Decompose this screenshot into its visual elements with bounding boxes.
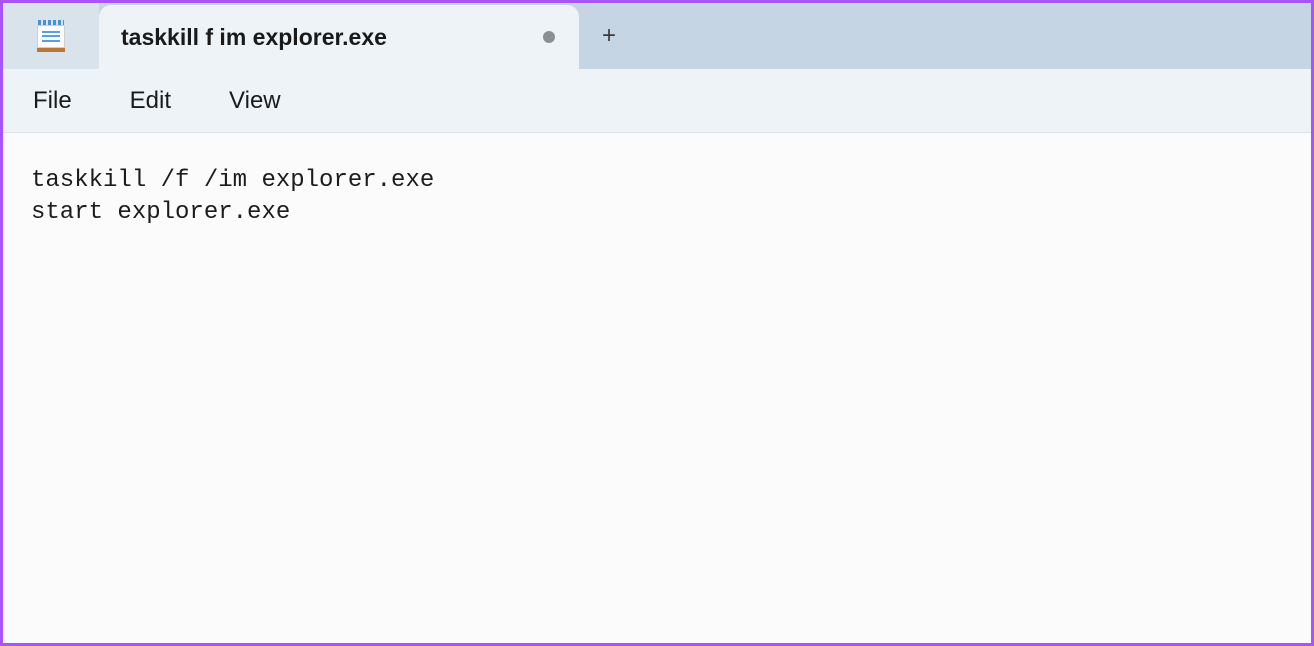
menubar: File Edit View (3, 69, 1311, 133)
editor-text[interactable]: taskkill /f /im explorer.exe start explo… (31, 165, 1283, 230)
app-icon-area (3, 3, 99, 69)
plus-icon: + (602, 22, 616, 50)
menu-edit[interactable]: Edit (122, 81, 179, 121)
new-tab-button[interactable]: + (579, 3, 639, 69)
menu-view[interactable]: View (221, 81, 289, 121)
tab-active[interactable]: taskkill f im explorer.exe (99, 5, 579, 69)
tab-title: taskkill f im explorer.exe (121, 24, 387, 51)
menu-file[interactable]: File (25, 81, 80, 121)
modified-indicator-icon[interactable] (543, 31, 555, 43)
titlebar: taskkill f im explorer.exe + (3, 3, 1311, 69)
notepad-icon (35, 20, 67, 52)
editor-area[interactable]: taskkill /f /im explorer.exe start explo… (3, 133, 1311, 643)
